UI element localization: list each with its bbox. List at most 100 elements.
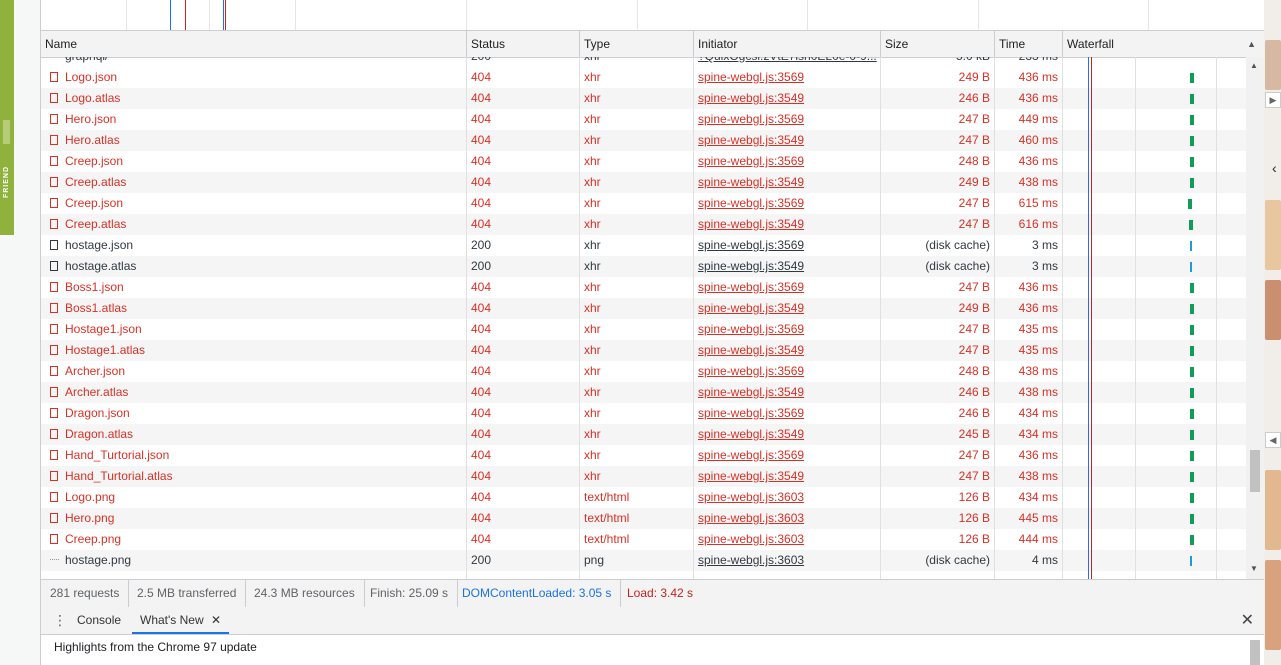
file-icon — [50, 93, 58, 103]
cell-size: 248 B — [958, 154, 990, 168]
cell-type: xhr — [584, 238, 601, 252]
cell-initiator[interactable]: spine-webgl.js:3569 — [694, 109, 881, 130]
column-header-name[interactable]: Name — [41, 31, 467, 57]
cell-name: Boss1.atlas — [65, 301, 128, 315]
cell-initiator[interactable]: spine-webgl.js:3569 — [694, 151, 881, 172]
cell-initiator[interactable]: spine-webgl.js:3569 — [694, 235, 881, 256]
cell-type: xhr — [584, 322, 601, 336]
table-row[interactable]: hostage.atlas 200 xhr spine-webgl.js:3549 (d… — [41, 256, 1246, 277]
cell-initiator[interactable]: spine-webgl.js:3569 — [694, 67, 881, 88]
table-row-partial[interactable]: graphql/ 200 xhr ?QuixOgcsl:zVtE7ish0EL0… — [41, 57, 1246, 67]
column-header-status[interactable]: Status — [467, 31, 580, 57]
table-row[interactable]: Creep.atlas 404 xhr spine-webgl.js:3549 249 … — [41, 172, 1246, 193]
table-row[interactable]: Hero.atlas 404 xhr spine-webgl.js:3549 247 B… — [41, 130, 1246, 151]
column-header-initiator[interactable]: Initiator — [694, 31, 881, 57]
cell-time: 436 ms — [1018, 70, 1058, 84]
table-row[interactable]: Creep.json 404 xhr spine-webgl.js:3569 248 B… — [41, 151, 1246, 172]
cell-type: xhr — [584, 364, 601, 378]
table-row[interactable]: Hero.json 404 xhr spine-webgl.js:3569 247 B 4… — [41, 109, 1246, 130]
table-row[interactable]: Logo.atlas 404 xhr spine-webgl.js:3549 246 B… — [41, 88, 1246, 109]
drawer-scrollbar-thumb[interactable] — [1250, 640, 1260, 665]
cell-initiator[interactable]: spine-webgl.js:3603 — [694, 550, 881, 571]
table-row[interactable]: Logo.png 404 text/html spine-webgl.js:3603 1… — [41, 487, 1246, 508]
file-icon — [50, 387, 58, 397]
waterfall-bar — [1190, 241, 1192, 251]
cell-initiator[interactable]: spine-webgl.js:3549 — [694, 424, 881, 445]
table-row[interactable]: Creep.png 404 text/html spine-webgl.js:3603… — [41, 529, 1246, 550]
cell-initiator[interactable]: spine-webgl.js:3569 — [694, 319, 881, 340]
cell-time: 436 ms — [1018, 301, 1058, 315]
requests-scrollbar[interactable]: ▲ ▼ — [1246, 57, 1264, 579]
column-divider — [880, 57, 881, 579]
waterfall-bar — [1190, 73, 1194, 83]
table-row[interactable]: Creep.atlas 404 xhr spine-webgl.js:3549 247 … — [41, 214, 1246, 235]
cell-size: (disk cache) — [925, 238, 990, 252]
page-scroll-right-icon[interactable]: ▶ — [1265, 92, 1281, 108]
cell-initiator[interactable]: spine-webgl.js:3603 — [694, 487, 881, 508]
cell-type: xhr — [584, 154, 601, 168]
table-row[interactable]: Creep.json 404 xhr spine-webgl.js:3569 247 B… — [41, 193, 1246, 214]
cell-initiator[interactable]: ?QuixOgcsl:zVtE7ish0EL0e-0-9... — [694, 57, 881, 67]
cell-initiator[interactable]: spine-webgl.js:3549 — [694, 256, 881, 277]
table-row[interactable]: hostage.json 200 xhr spine-webgl.js:3569 (di… — [41, 235, 1246, 256]
table-row[interactable]: Hostage1.atlas 404 xhr spine-webgl.js:3549 2… — [41, 340, 1246, 361]
file-icon — [50, 534, 58, 544]
cell-initiator[interactable]: spine-webgl.js:3569 — [694, 277, 881, 298]
network-overview[interactable] — [41, 0, 1264, 31]
tab-console[interactable]: Console — [69, 607, 129, 634]
cell-initiator[interactable]: spine-webgl.js:3549 — [694, 172, 881, 193]
table-row[interactable]: Archer.json 404 xhr spine-webgl.js:3569 248 … — [41, 361, 1246, 382]
cell-initiator[interactable]: spine-webgl.js:3569 — [694, 193, 881, 214]
table-row[interactable]: Boss1.json 404 xhr spine-webgl.js:3569 247 B… — [41, 277, 1246, 298]
column-header-type[interactable]: Type — [580, 31, 694, 57]
overview-load-line — [185, 0, 186, 30]
cell-initiator[interactable]: spine-webgl.js:3549 — [694, 340, 881, 361]
cell-time: 615 ms — [1018, 196, 1058, 210]
table-row[interactable]: hostage.png 200 png spine-webgl.js:3603 (dis… — [41, 550, 1246, 571]
cell-initiator[interactable]: spine-webgl.js:3603 — [694, 529, 881, 550]
cell-initiator[interactable]: spine-webgl.js:3549 — [694, 298, 881, 319]
cell-name: Creep.atlas — [65, 217, 127, 231]
more-options-icon[interactable]: ⋮ — [53, 607, 67, 634]
column-header-time[interactable]: Time — [995, 31, 1063, 57]
cell-initiator[interactable]: spine-webgl.js:3549 — [694, 214, 881, 235]
cell-type: xhr — [584, 112, 601, 126]
table-row[interactable]: Archer.atlas 404 xhr spine-webgl.js:3549 246… — [41, 382, 1246, 403]
cell-type: xhr — [584, 469, 601, 483]
cell-initiator[interactable]: spine-webgl.js:3603 — [694, 508, 881, 529]
cell-initiator[interactable]: spine-webgl.js:3549 — [694, 88, 881, 109]
table-row[interactable]: Logo.json 404 xhr spine-webgl.js:3569 249 B 4… — [41, 67, 1246, 88]
file-icon — [50, 219, 58, 229]
table-row[interactable]: Hand_Turtorial.json 404 xhr spine-webgl.js:… — [41, 445, 1246, 466]
cell-initiator[interactable]: spine-webgl.js:3569 — [694, 361, 881, 382]
table-row[interactable]: Boss1.atlas 404 xhr spine-webgl.js:3549 249 … — [41, 298, 1246, 319]
drawer-tab-bar: ⋮ Console What's New ✕ ✕ — [41, 607, 1264, 635]
cell-initiator[interactable]: spine-webgl.js:3549 — [694, 466, 881, 487]
column-header-size[interactable]: Size — [881, 31, 995, 57]
table-row[interactable]: Hero.png 404 text/html spine-webgl.js:3603 1… — [41, 508, 1246, 529]
cell-initiator[interactable]: spine-webgl.js:3549 — [694, 382, 881, 403]
tab-close-icon[interactable]: ✕ — [211, 613, 221, 627]
cell-status: 404 — [471, 385, 492, 399]
table-row[interactable]: Dragon.json 404 xhr spine-webgl.js:3569 246 … — [41, 403, 1246, 424]
sort-ascending-icon[interactable]: ▲ — [1247, 31, 1256, 57]
page-scroll-left-icon[interactable]: ◀ — [1265, 432, 1281, 448]
cell-name: Creep.json — [65, 196, 124, 210]
cell-type: xhr — [584, 427, 601, 441]
table-row[interactable]: Hand_Turtorial.atlas 404 xhr spine-webgl.js… — [41, 466, 1246, 487]
scrollbar-thumb[interactable] — [1250, 450, 1260, 492]
table-row[interactable]: Hostage1.json 404 xhr spine-webgl.js:3569 24… — [41, 319, 1246, 340]
table-row[interactable]: Dragon.atlas 404 xhr spine-webgl.js:3549 245… — [41, 424, 1246, 445]
close-drawer-icon[interactable]: ✕ — [1241, 607, 1254, 634]
cell-initiator[interactable]: spine-webgl.js:3549 — [694, 130, 881, 151]
column-header-waterfall[interactable]: Waterfall ▲ — [1063, 31, 1264, 57]
file-icon — [50, 324, 58, 334]
page-chevron-left-icon[interactable]: ‹ — [1272, 160, 1281, 176]
cell-name: Creep.atlas — [65, 175, 127, 189]
tab-whats-new[interactable]: What's New ✕ — [132, 607, 230, 634]
cell-initiator[interactable]: spine-webgl.js:3569 — [694, 445, 881, 466]
cell-initiator[interactable]: spine-webgl.js:3569 — [694, 403, 881, 424]
summary-finish: Finish: 25.09 s — [361, 580, 459, 607]
scroll-up-icon[interactable]: ▲ — [1250, 61, 1258, 70]
scroll-down-icon[interactable]: ▼ — [1250, 564, 1258, 573]
